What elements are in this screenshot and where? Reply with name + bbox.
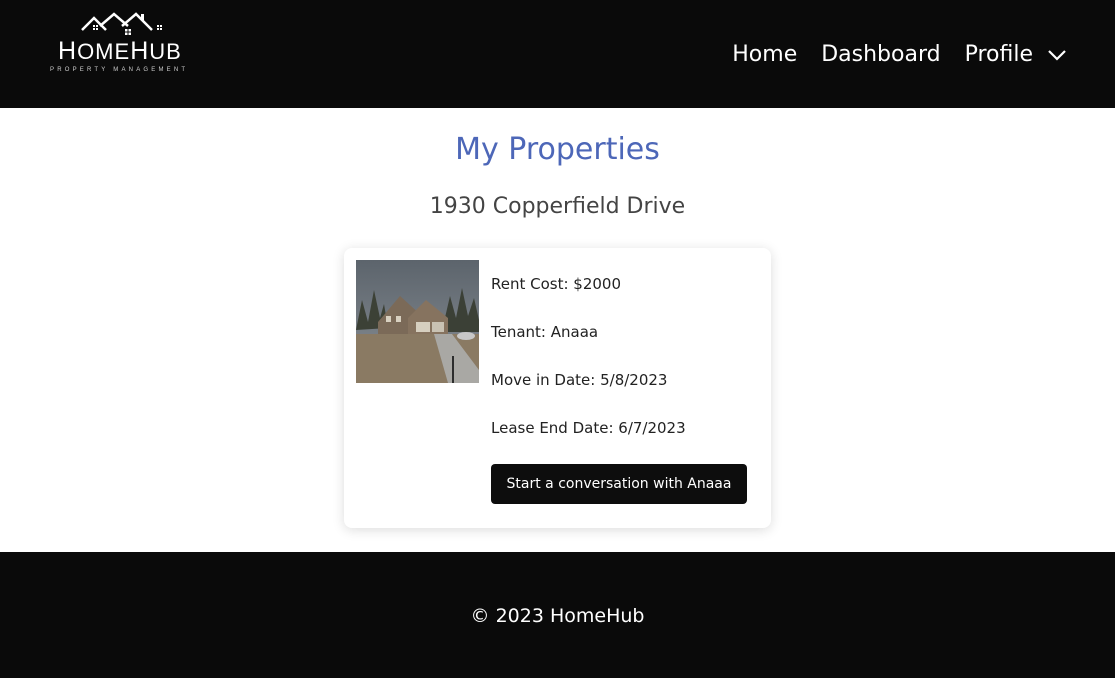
lease-end-date: Lease End Date: 6/7/2023 [491,419,686,437]
copyright-text: © 2023 HomeHub [470,605,645,627]
nav-home-link[interactable]: Home [732,38,797,72]
page-title: My Properties [455,132,660,167]
logo-letter-h2: H [130,37,150,65]
property-address: 1930 Copperfield Drive [429,194,686,219]
navbar: HOMEHUB PROPERTY MANAGEMENT Home Dashboa… [0,0,1115,108]
logo-wordmark: HOMEHUB [58,39,182,64]
footer: © 2023 HomeHub [0,552,1115,678]
nav-links: Home Dashboard Profile [732,38,1067,72]
logo-text-ub: UB [149,39,182,64]
homehub-logo[interactable]: HOMEHUB PROPERTY MANAGEMENT [48,12,213,78]
property-card: Rent Cost: $2000 Tenant: Anaaa Move in D… [344,248,771,528]
property-details: Rent Cost: $2000 Tenant: Anaaa Move in D… [491,272,686,464]
move-in-date: Move in Date: 5/8/2023 [491,371,668,389]
nav-profile-label: Profile [964,42,1033,67]
chevron-down-icon [1048,50,1066,61]
logo-text-ome: OME [77,39,131,64]
profile-dropdown[interactable]: Profile [965,38,1067,72]
logo-letter-h1: H [58,37,78,65]
nav-dashboard-link[interactable]: Dashboard [821,38,940,72]
main-content: My Properties 1930 Copperfield Drive Ren… [0,108,1115,552]
start-conversation-button[interactable]: Start a conversation with Anaaa [491,464,747,504]
logo-tagline: PROPERTY MANAGEMENT [50,67,189,73]
tenant-name: Tenant: Anaaa [491,323,599,341]
property-photo [356,260,479,383]
rent-cost: Rent Cost: $2000 [491,275,622,293]
